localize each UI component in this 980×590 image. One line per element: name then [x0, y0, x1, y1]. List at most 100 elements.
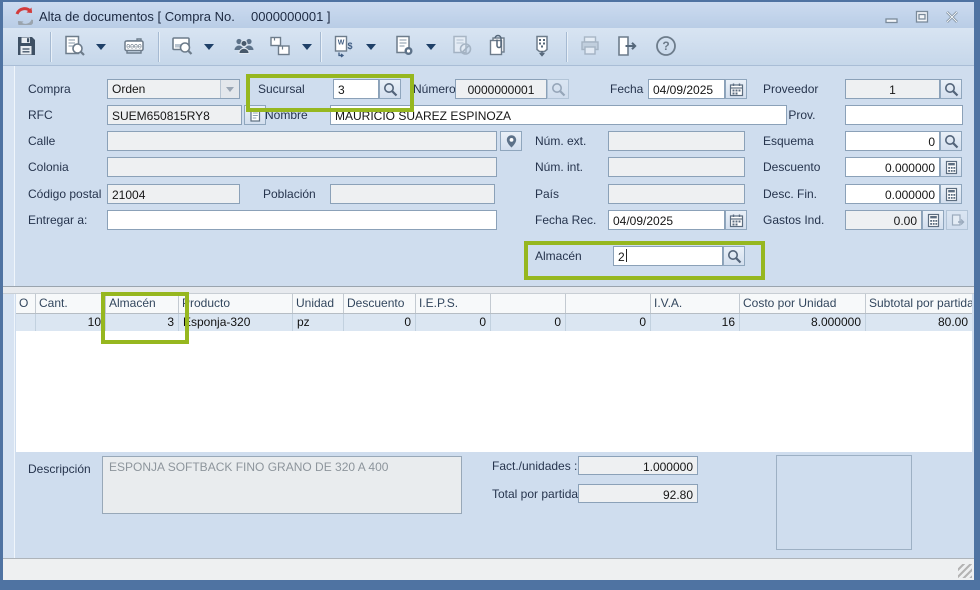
nombre-input[interactable]: MAURICIO SUAREZ ESPINOZA — [330, 105, 787, 125]
splitter[interactable] — [3, 286, 974, 294]
descripcion-label: Descripción — [28, 462, 91, 476]
toolbar — [3, 28, 974, 66]
close-button[interactable] — [944, 10, 960, 24]
preview-document-dropdown[interactable] — [201, 31, 217, 63]
proveedor-label: Proveedor — [763, 82, 818, 96]
barcode-document-button[interactable] — [525, 31, 561, 63]
warehouse-button[interactable] — [263, 31, 299, 63]
distribute-icon — [950, 213, 965, 228]
cell-costo-unidad[interactable]: 8.000000 — [739, 314, 865, 331]
sucursal-search-button[interactable] — [379, 79, 401, 99]
sucursal-input[interactable]: 3 — [333, 79, 379, 99]
chevron-down-icon — [220, 80, 239, 98]
pais-input[interactable] — [608, 184, 745, 204]
save-button[interactable] — [9, 31, 45, 63]
proveedor-search-button[interactable] — [940, 79, 962, 99]
document-currency-button[interactable] — [327, 31, 363, 63]
folio-button[interactable] — [117, 31, 153, 63]
fecha-rec-calendar-button[interactable] — [725, 210, 747, 230]
esquema-search-button[interactable] — [940, 131, 962, 151]
table-row[interactable]: 10 3 Esponja-320 pz 0 0 0 0 16 8.000000 … — [16, 314, 972, 331]
maximize-button[interactable] — [914, 10, 930, 24]
cell-descuento[interactable]: 0 — [343, 314, 415, 331]
cell-almacen[interactable]: 3 — [105, 314, 178, 331]
gastos-ind-input[interactable]: 0.00 — [845, 210, 922, 230]
cell-subtotal[interactable]: 80.00 — [865, 314, 972, 331]
compra-label: Compra — [28, 82, 71, 96]
rfc-label: RFC — [28, 108, 53, 122]
num-ext-input[interactable] — [608, 131, 745, 151]
column-header — [565, 294, 650, 313]
warehouse-dropdown[interactable] — [299, 31, 315, 63]
cell-producto[interactable]: Esponja-320 — [178, 314, 292, 331]
document-icon — [248, 108, 263, 123]
rfc-validate-button[interactable] — [244, 105, 266, 125]
cell-extra1[interactable]: 0 — [490, 314, 565, 331]
poblacion-label: Población — [263, 187, 316, 201]
search-icon — [944, 134, 959, 149]
almacen-search-button[interactable] — [723, 246, 745, 266]
document-currency-dropdown[interactable] — [363, 31, 379, 63]
calle-label: Calle — [28, 134, 55, 148]
colonia-input[interactable] — [107, 157, 497, 177]
rfc-input[interactable]: SUEM650815RY8 — [107, 105, 242, 125]
ref-prov-input[interactable] — [845, 105, 963, 125]
document-options-button[interactable] — [387, 31, 423, 63]
cancel-document-button — [445, 31, 481, 63]
print-button — [573, 31, 609, 63]
poblacion-input[interactable] — [330, 184, 495, 204]
app-icon — [13, 5, 33, 25]
codigo-postal-input[interactable]: 21004 — [107, 184, 240, 204]
num-int-input[interactable] — [608, 157, 745, 177]
search-document-button[interactable] — [57, 31, 93, 63]
cell-ieps[interactable]: 0 — [415, 314, 490, 331]
desc-fin-calc-button[interactable] — [940, 184, 962, 204]
document-options-dropdown[interactable] — [423, 31, 439, 63]
codigo-postal-label: Código postal — [28, 187, 101, 201]
nombre-label: Nombre — [265, 108, 308, 122]
num-ext-label: Núm. ext. — [535, 134, 586, 148]
fecha-input[interactable]: 04/09/2025 — [648, 79, 725, 99]
descuento-input[interactable]: 0.000000 — [845, 157, 940, 177]
descuento-calc-button[interactable] — [940, 157, 962, 177]
desc-fin-input[interactable]: 0.000000 — [845, 184, 940, 204]
help-button[interactable] — [649, 31, 685, 63]
compra-select[interactable]: Orden — [107, 79, 240, 99]
descripcion-textarea[interactable]: ESPONJA SOFTBACK FINO GRANO DE 320 A 400 — [102, 456, 462, 514]
desc-fin-label: Desc. Fin. — [763, 187, 817, 201]
chevron-down-icon — [204, 44, 214, 50]
search-icon — [727, 249, 742, 264]
total-partida-input[interactable]: 92.80 — [578, 484, 698, 503]
almacen-input[interactable]: 2 — [613, 246, 723, 266]
product-image-box — [776, 455, 912, 550]
cell-selector — [16, 314, 35, 331]
numero-input[interactable]: 0000000001 — [455, 79, 547, 99]
search-document-dropdown[interactable] — [93, 31, 109, 63]
preview-document-button[interactable] — [165, 31, 201, 63]
entregar-a-input[interactable] — [107, 210, 497, 230]
gastos-ind-calc-button[interactable] — [922, 210, 944, 230]
gastos-ind-distribute-button — [946, 210, 968, 230]
calle-map-button[interactable] — [500, 131, 522, 151]
fact-unidades-input[interactable]: 1.000000 — [578, 456, 698, 475]
column-header: Descuento — [343, 294, 415, 313]
cell-unidad[interactable]: pz — [292, 314, 343, 331]
proveedor-input[interactable]: 1 — [845, 79, 940, 99]
calle-input[interactable] — [107, 131, 497, 151]
esquema-input[interactable]: 0 — [845, 131, 940, 151]
exit-button[interactable] — [609, 31, 645, 63]
minimize-button[interactable] — [884, 10, 900, 24]
fecha-rec-input[interactable]: 04/09/2025 — [608, 210, 725, 230]
column-header: Almacén — [105, 294, 178, 313]
left-margin-strip — [3, 66, 15, 558]
attach-document-button[interactable] — [481, 31, 517, 63]
providers-button[interactable] — [227, 31, 263, 63]
cell-extra2[interactable]: 0 — [565, 314, 650, 331]
titlebar[interactable]: Alta de documentos [ Compra No. 00000000… — [3, 2, 974, 28]
fecha-calendar-button[interactable] — [725, 79, 747, 99]
cell-cantidad[interactable]: 10 — [35, 314, 105, 331]
sucursal-label: Sucursal — [258, 82, 305, 96]
compra-value: Orden — [108, 82, 220, 96]
resize-grip[interactable] — [958, 564, 972, 578]
cell-iva[interactable]: 16 — [650, 314, 739, 331]
